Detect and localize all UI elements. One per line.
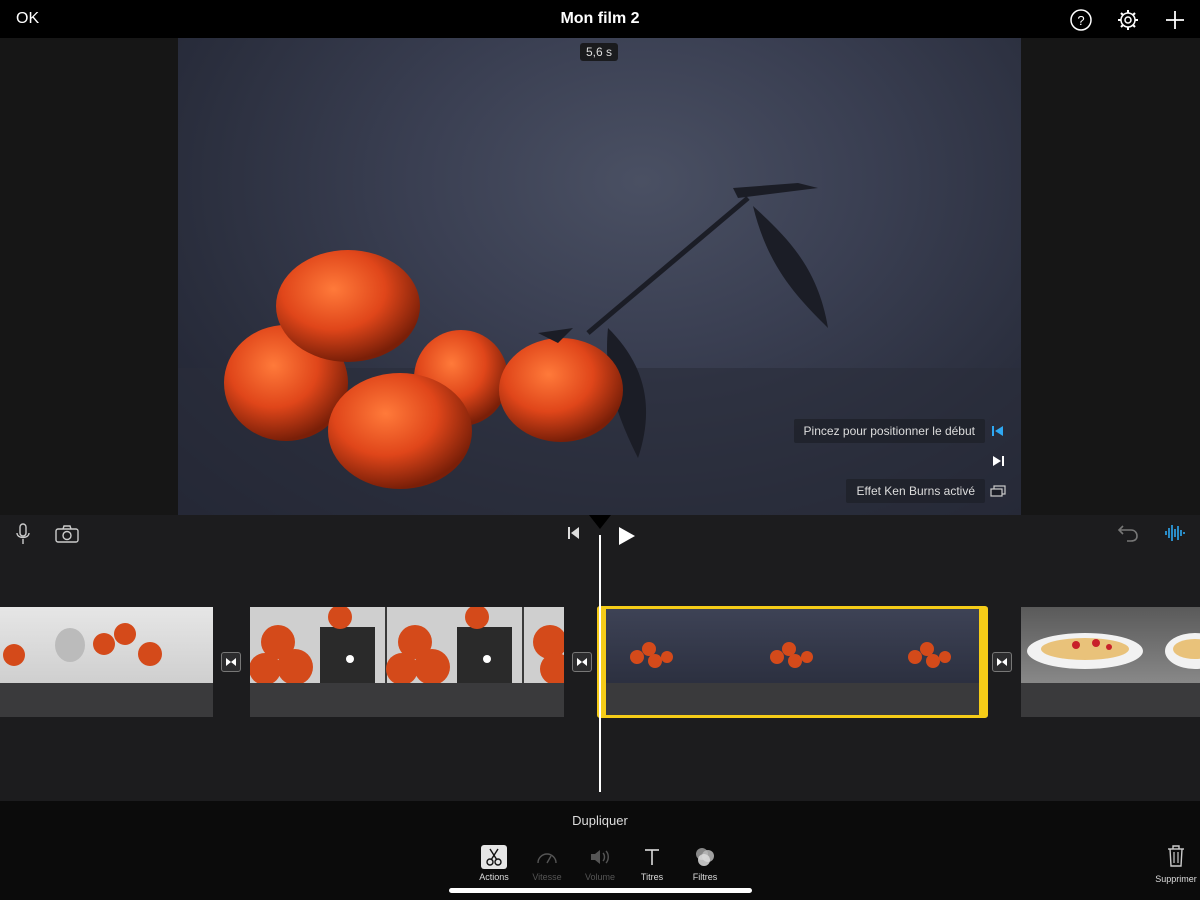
transition-icon[interactable] [992,652,1012,672]
home-indicator[interactable] [449,888,752,893]
tool-label: Actions [479,872,509,882]
duplicate-action[interactable]: Dupliquer [0,813,1200,828]
clip-audio-track [0,683,213,717]
text-t-icon [639,845,665,869]
tool-label: Titres [640,872,664,882]
clip-thumbnail [250,607,564,683]
delete-button[interactable]: Supprimer [1152,845,1200,884]
tool-titles[interactable]: Titres [624,845,680,882]
add-plus-icon[interactable] [1163,8,1187,32]
set-end-row [985,448,1011,474]
playhead-marker [589,515,611,529]
clip-thumbnail [3,623,162,666]
delete-label: Supprimer [1155,874,1197,884]
project-title: Mon film 2 [560,10,640,27]
undo-icon[interactable] [1117,524,1139,547]
timeline-clip[interactable] [250,607,564,717]
clip-thumbnail [1027,633,1200,669]
microphone-icon[interactable] [15,523,31,550]
clip-selection-handles[interactable] [597,606,988,718]
bottom-toolbar: Dupliquer Actions Vitesse Volume Titres … [0,801,1200,900]
tool-speed: Vitesse [519,845,575,882]
tool-volume: Volume [572,845,628,882]
transition-icon[interactable] [572,652,592,672]
speedometer-icon [534,845,560,869]
tool-filters[interactable]: Filtres [677,845,733,882]
ken-burns-label: Effet Ken Burns activé [846,479,985,503]
set-end-icon[interactable] [985,448,1011,474]
play-icon[interactable] [617,526,637,551]
playhead[interactable] [599,535,601,792]
trash-icon [1168,845,1184,867]
svg-text:?: ? [1077,13,1084,28]
scissors-icon [481,845,507,869]
help-icon[interactable]: ? [1069,8,1093,32]
transition-icon[interactable] [221,652,241,672]
filters-circles-icon [692,845,718,869]
timeline-clip[interactable] [1021,607,1200,717]
trim-start-hint: Pincez pour positionner le début [793,418,1011,444]
timeline-clip[interactable] [0,607,213,717]
preview-area: 5,6 s Pincez pour positionner le début E… [0,38,1200,515]
top-bar: OK Mon film 2 ? [0,0,1200,38]
clip-duration: 5,6 s [580,43,619,61]
speaker-icon [587,845,613,869]
tool-label: Filtres [692,872,718,882]
trim-start-label: Pincez pour positionner le début [793,419,985,443]
timeline[interactable] [0,515,1200,801]
tool-actions[interactable]: Actions [466,845,522,882]
camera-icon[interactable] [55,525,79,548]
video-viewer[interactable]: 5,6 s Pincez pour positionner le début E… [178,38,1021,515]
tool-label: Volume [584,872,616,882]
ken-burns-row: Effet Ken Burns activé [846,478,1011,504]
clip-audio-track [1021,683,1200,717]
settings-gear-icon[interactable] [1116,8,1140,32]
tool-label: Vitesse [532,872,562,882]
audio-waveform-icon[interactable] [1164,524,1186,547]
set-start-icon[interactable] [985,418,1011,444]
skip-to-start-icon[interactable] [567,526,581,545]
ken-burns-icon[interactable] [985,478,1011,504]
clip-audio-track [250,683,564,717]
